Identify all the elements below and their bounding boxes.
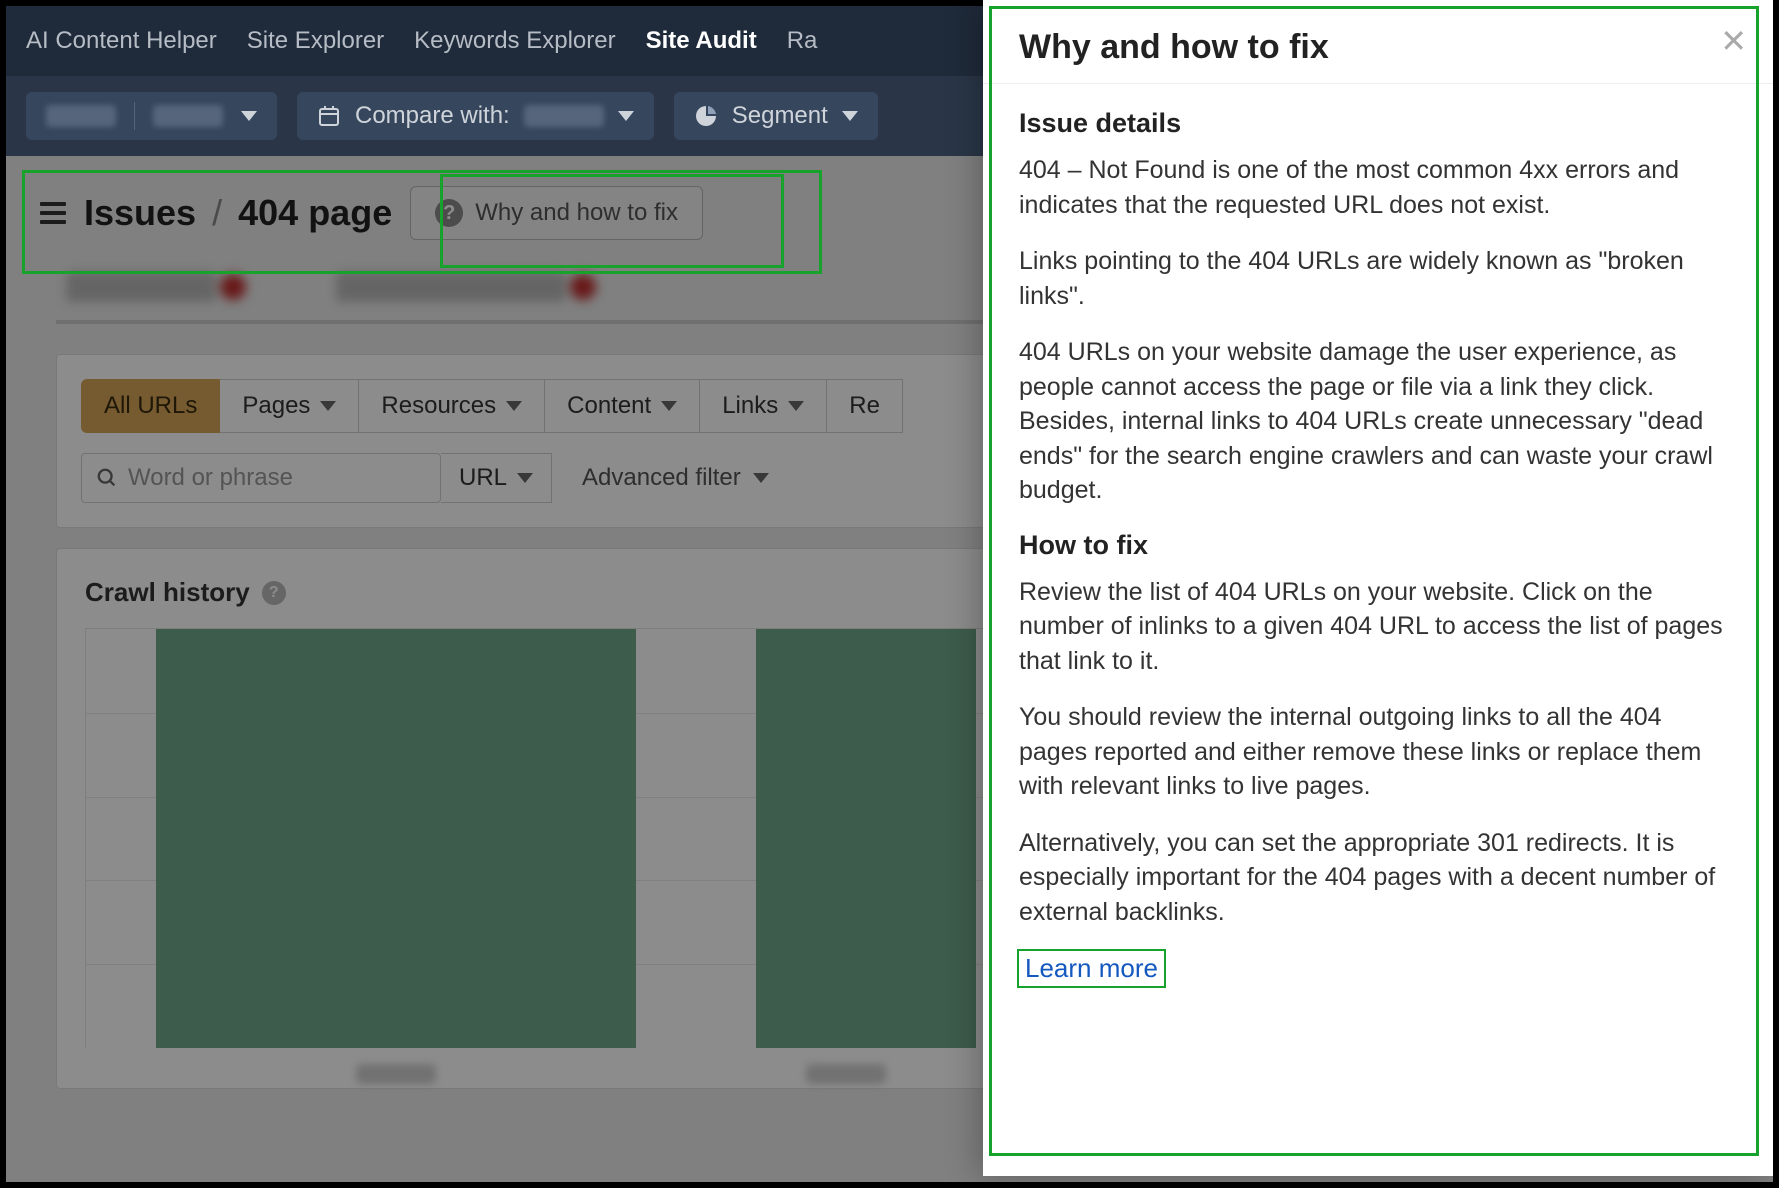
panel-title: Why and how to fix xyxy=(1019,28,1725,67)
project-selector[interactable] xyxy=(26,92,277,140)
panel-paragraph: Alternatively, you can set the appropria… xyxy=(1019,826,1725,930)
chevron-down-icon xyxy=(842,111,858,121)
nav-ai-content-helper[interactable]: AI Content Helper xyxy=(26,27,217,55)
panel-paragraph: 404 URLs on your website damage the user… xyxy=(1019,335,1725,508)
search-input[interactable]: Word or phrase xyxy=(81,453,441,503)
help-icon[interactable]: ? xyxy=(262,581,286,605)
why-button-label: Why and how to fix xyxy=(475,199,678,227)
chevron-down-icon xyxy=(661,401,677,411)
how-to-fix-heading: How to fix xyxy=(1019,530,1725,561)
issue-details-heading: Issue details xyxy=(1019,108,1725,139)
panel-paragraph: 404 – Not Found is one of the most commo… xyxy=(1019,153,1725,222)
compare-with-label: Compare with: xyxy=(355,102,510,130)
filter-truncated[interactable]: Re xyxy=(827,379,903,433)
segment-label: Segment xyxy=(732,102,828,130)
chevron-down-icon xyxy=(618,111,634,121)
filter-content[interactable]: Content xyxy=(545,379,700,433)
close-icon[interactable]: ✕ xyxy=(1720,22,1747,60)
menu-icon[interactable] xyxy=(40,202,66,224)
tab-item[interactable] xyxy=(66,272,216,302)
url-scope-selector[interactable]: URL xyxy=(441,453,552,503)
panel-paragraph: Review the list of 404 URLs on your webs… xyxy=(1019,575,1725,679)
search-placeholder: Word or phrase xyxy=(128,464,293,492)
compare-with-selector[interactable]: Compare with: xyxy=(297,92,654,140)
why-and-how-to-fix-button[interactable]: ? Why and how to fix xyxy=(410,186,703,240)
annotation-highlight xyxy=(1017,949,1166,988)
filter-all-urls[interactable]: All URLs xyxy=(81,379,220,433)
panel-paragraph: You should review the internal outgoing … xyxy=(1019,700,1725,804)
chevron-down-icon xyxy=(506,401,522,411)
help-icon: ? xyxy=(435,199,463,227)
chevron-down-icon xyxy=(320,401,336,411)
breadcrumb: Issues / 404 page xyxy=(84,192,392,234)
panel-paragraph: Links pointing to the 404 URLs are widel… xyxy=(1019,244,1725,313)
crawl-history-title: Crawl history xyxy=(85,577,250,608)
filter-pages[interactable]: Pages xyxy=(220,379,359,433)
nav-truncated[interactable]: Ra xyxy=(787,27,818,55)
search-icon xyxy=(96,467,118,489)
chevron-down-icon xyxy=(517,473,533,483)
chevron-down-icon xyxy=(788,401,804,411)
chevron-down-icon xyxy=(753,473,769,483)
segment-selector[interactable]: Segment xyxy=(674,92,878,140)
filter-resources[interactable]: Resources xyxy=(359,379,545,433)
calendar-icon xyxy=(317,104,341,128)
breadcrumb-page: 404 page xyxy=(238,192,392,233)
nav-keywords-explorer[interactable]: Keywords Explorer xyxy=(414,27,615,55)
chevron-down-icon xyxy=(241,111,257,121)
filter-links[interactable]: Links xyxy=(700,379,827,433)
advanced-filter[interactable]: Advanced filter xyxy=(572,464,779,492)
why-how-fix-panel: ✕ Why and how to fix Issue details 404 –… xyxy=(983,0,1773,1176)
tab-item[interactable] xyxy=(336,272,566,302)
nav-site-explorer[interactable]: Site Explorer xyxy=(247,27,384,55)
nav-site-audit[interactable]: Site Audit xyxy=(646,27,757,55)
breadcrumb-root[interactable]: Issues xyxy=(84,192,196,233)
breadcrumb-separator: / xyxy=(206,192,228,233)
pie-icon xyxy=(694,104,718,128)
